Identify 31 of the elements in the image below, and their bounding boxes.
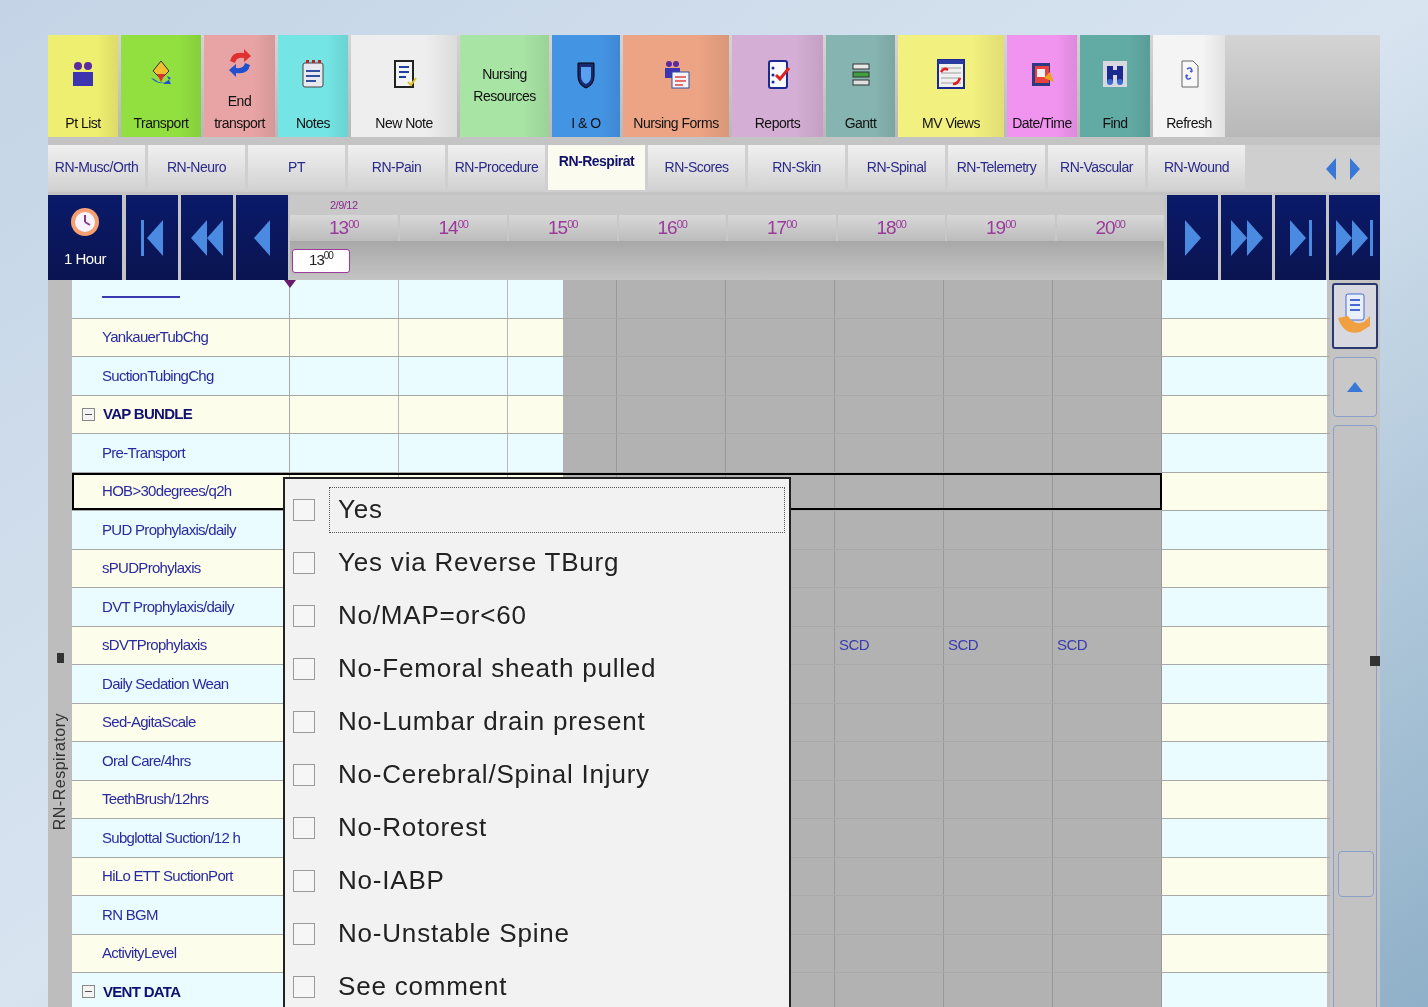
group-label: VENT DATA [103,981,181,1002]
row-label: SuctionTubingChg [102,365,214,386]
row-label: Daily Sedation Wean [102,673,229,694]
grid-cell: SCD [944,626,1053,664]
timeline-date: 2/9/12 [329,198,359,213]
grid-cell: SCD [835,626,944,664]
row-label: RN BGM [102,904,158,925]
row-label: YankauerTubChg [102,327,209,347]
grid-cell: SCD [1053,626,1162,664]
row-label: HOB>30degrees/q2h [102,481,232,501]
row-label: PUD Prophylaxis/daily [102,519,236,540]
row-label: TeethBrush/12hrs [102,789,209,809]
row-label: sPUDProhylaxis [102,558,201,578]
row-label: Subglottal Suction/12 h [102,827,241,848]
hour-header: 19$^{00}$ [947,215,1055,241]
hour-header: 15$^{00}$ [509,215,617,241]
hour-header: 17$^{00}$ [728,215,836,241]
row-label: HiLo ETT SuctionPort [102,866,233,886]
row-label: DVT Prophylaxis/daily [102,596,234,617]
row-label: Oral Care/4hrs [102,750,191,771]
hour-header: 14$^{00}$ [399,215,507,241]
row-label: ActivityLevel [102,943,177,963]
row-label: Sed-AgitaScale [102,712,196,732]
hour-header: 20$^{00}$ [1056,215,1164,241]
hour-header: 16$^{00}$ [618,215,726,241]
row-label: Pre-Transport [102,442,185,463]
hour-header: 18$^{00}$ [837,215,945,241]
hour-header: 13$^{00}$ [290,215,398,241]
row-label: sDVTProphylaxis [102,635,207,655]
vertical-section-label: RN-Respiratory [50,713,69,831]
group-label: VAP BUNDLE [103,404,193,424]
